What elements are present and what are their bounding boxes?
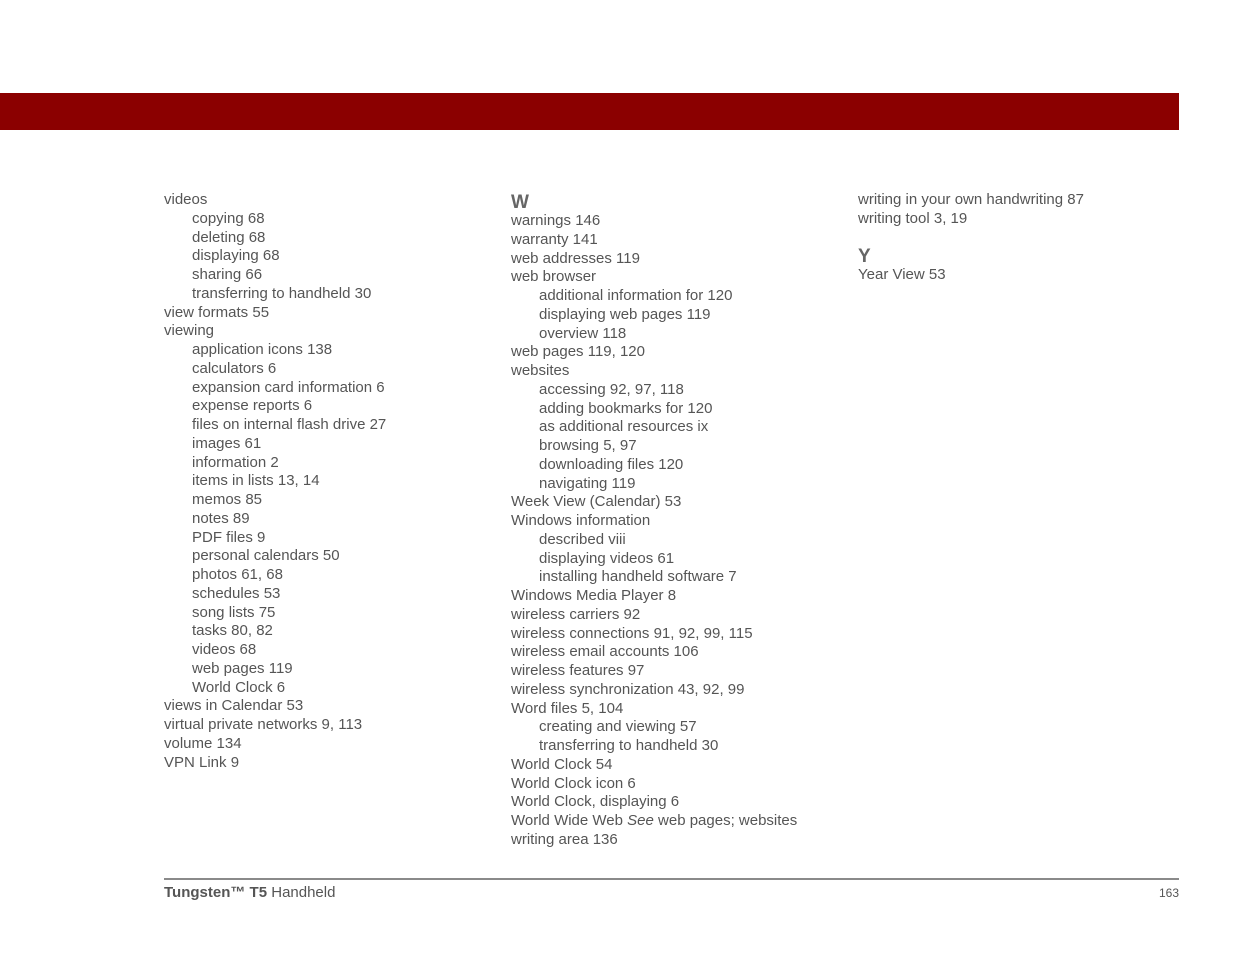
index-subentry: expense reports 6: [192, 397, 313, 415]
index-column-3: writing in your own handwriting 87 writin…: [858, 191, 1188, 284]
index-entry: web browser: [511, 268, 597, 286]
index-subentry: browsing 5, 97: [539, 437, 637, 454]
index-subentry: described viii: [539, 530, 626, 548]
index-entry: Word files 5, 104: [511, 699, 624, 717]
index-subentry: transferring to handheld 30: [192, 284, 372, 302]
page-number: 163: [1158, 886, 1179, 900]
index-subentry: tasks 80, 82: [192, 622, 273, 640]
index-subentry: navigating 119: [539, 474, 636, 492]
index-subentry: PDF files 9: [192, 528, 266, 546]
index-entry: wireless features 97: [511, 662, 645, 679]
index-subentry: transferring to handheld 30: [539, 737, 719, 754]
index-entry: web addresses 119: [511, 249, 640, 267]
index-subentry: application icons 138: [192, 341, 333, 358]
index-entry-list: Year View 53: [858, 266, 1188, 285]
index-subentry: copying 68: [192, 209, 265, 227]
see-term: World Wide Web: [511, 812, 628, 829]
index-entry: views in Calendar 53: [164, 697, 304, 715]
index-entry: viewing: [164, 322, 215, 340]
header-banner: [0, 93, 1179, 130]
index-entry: Windows Media Player 8: [511, 587, 677, 604]
index-entry: Week View (Calendar) 53: [511, 493, 682, 511]
footer-product-name: Tungsten™ T5: [164, 884, 268, 901]
index-subentry: overview 118: [539, 324, 627, 342]
index-entry: wireless connections 91, 92, 99, 115: [511, 624, 753, 642]
index-entry: wireless email accounts 106: [511, 643, 699, 661]
index-subentry: song lists 75: [192, 603, 276, 621]
index-entry: warnings 146: [511, 212, 601, 229]
index-subentry: displaying videos 61: [539, 549, 675, 567]
index-subentry: installing handheld software 7: [539, 568, 737, 586]
index-subentry: schedules 53: [192, 584, 281, 602]
index-column-1: videos copying 68 deleting 68 displaying 68…: [164, 191, 484, 772]
index-subentry: images 61: [192, 434, 262, 452]
index-letter-heading: W: [511, 192, 529, 213]
index-entry: writing tool 3, 19: [858, 209, 968, 227]
index-subentry: files on internal flash drive 27: [192, 416, 387, 433]
index-entry: websites: [511, 362, 570, 379]
index-subentry: deleting 68: [192, 228, 266, 246]
footer-product-title: Tungsten™ T5 Handheld: [164, 884, 335, 901]
index-entry: virtual private networks 9, 113: [164, 716, 363, 733]
index-subentry: adding bookmarks for 120: [539, 399, 713, 417]
index-subentry: information 2: [192, 453, 279, 471]
index-entry: wireless carriers 92: [511, 605, 641, 623]
index-entry-see-reference: World Wide Web See web pages; websites: [511, 812, 841, 831]
index-entry: web pages 119, 120: [511, 343, 645, 361]
index-entry: Year View 53: [858, 265, 946, 283]
index-subentry: personal calendars 50: [192, 547, 340, 565]
index-subentry: memos 85: [192, 491, 263, 508]
index-entry-list: writing in your own handwriting 87 writin…: [858, 191, 1188, 229]
see-keyword: See: [627, 812, 654, 829]
index-column-2: W warnings 146 warranty 141 web addresses …: [511, 191, 841, 850]
see-target: web pages; websites: [653, 812, 798, 829]
index-subentry: World Clock 6: [192, 678, 286, 696]
footer-divider: [164, 878, 1179, 880]
index-subentry: items in lists 13, 14: [192, 472, 320, 490]
index-entry: World Clock, displaying 6: [511, 793, 680, 811]
index-entry: wireless synchronization 43, 92, 99: [511, 680, 745, 698]
index-entry: volume 134: [164, 734, 242, 752]
index-subentry: calculators 6: [192, 359, 277, 377]
index-entry-list: warnings 146 warranty 141 web addresses 11…: [511, 212, 841, 812]
index-subentry: web pages 119: [192, 659, 293, 677]
index-entry: writing in your own handwriting 87: [858, 191, 1084, 208]
index-entry: World Clock icon 6: [511, 774, 636, 792]
index-entry: VPN Link 9: [164, 753, 240, 771]
index-subentry: as additional resources ix: [539, 418, 709, 436]
index-subentry: displaying web pages 119: [539, 305, 711, 323]
index-entry: warranty 141: [511, 230, 598, 248]
index-entry: Windows information: [511, 512, 651, 529]
index-subentry: accessing 92, 97, 118: [539, 380, 684, 398]
index-subentry: creating and viewing 57: [539, 718, 697, 736]
index-letter-heading: Y: [858, 245, 871, 267]
index-entry: view formats 55: [164, 303, 270, 321]
index-subentry: additional information for 120: [539, 287, 733, 304]
index-subentry: downloading files 120: [539, 455, 684, 473]
index-entry: writing area 136: [511, 830, 618, 848]
footer-product-suffix: Handheld: [267, 884, 336, 901]
index-subentry: displaying 68: [192, 247, 280, 265]
index-subentry: notes 89: [192, 509, 250, 527]
index-subentry: photos 61, 68: [192, 566, 283, 583]
index-subentry: sharing 66: [192, 266, 263, 283]
index-entry: videos: [164, 191, 208, 208]
index-subentry: videos 68: [192, 641, 257, 658]
index-entry: World Clock 54: [511, 755, 613, 773]
index-subentry: expansion card information 6: [192, 378, 385, 396]
